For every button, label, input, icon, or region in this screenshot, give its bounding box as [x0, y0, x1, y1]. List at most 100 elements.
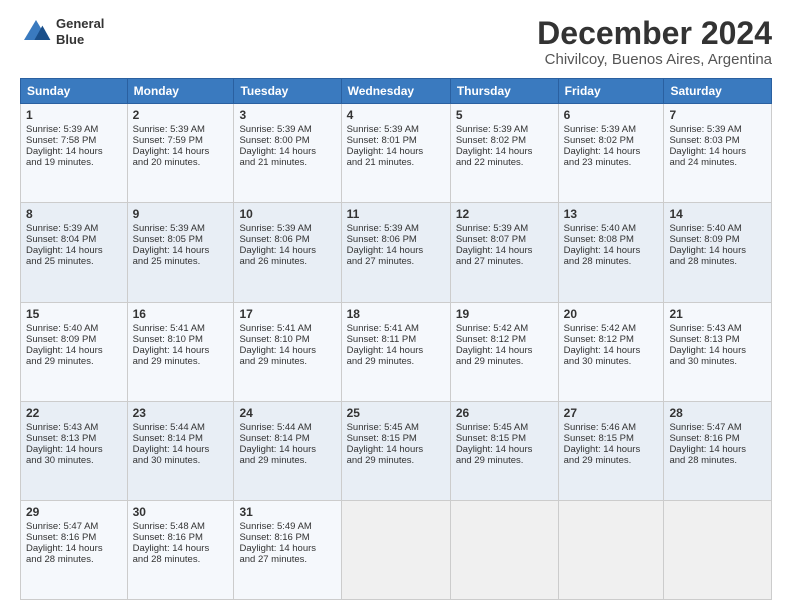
cell-text: and 20 minutes. [133, 157, 229, 168]
cell-text: and 28 minutes. [564, 256, 659, 267]
cell-text: Daylight: 14 hours [347, 345, 445, 356]
cell-text: Sunset: 8:16 PM [26, 532, 122, 543]
calendar-cell: 7Sunrise: 5:39 AMSunset: 8:03 PMDaylight… [664, 104, 772, 203]
cell-text: Sunrise: 5:44 AM [133, 422, 229, 433]
day-number: 5 [456, 108, 553, 122]
calendar-header-sunday: Sunday [21, 79, 128, 104]
cell-text: Daylight: 14 hours [564, 245, 659, 256]
cell-text: Daylight: 14 hours [669, 245, 766, 256]
cell-text: Sunset: 8:10 PM [239, 334, 335, 345]
cell-text: Sunrise: 5:42 AM [456, 323, 553, 334]
cell-text: Daylight: 14 hours [347, 444, 445, 455]
day-number: 17 [239, 307, 335, 321]
cell-text: Sunrise: 5:39 AM [133, 124, 229, 135]
cell-text: Daylight: 14 hours [347, 245, 445, 256]
calendar-header-monday: Monday [127, 79, 234, 104]
day-number: 22 [26, 406, 122, 420]
calendar-cell [450, 500, 558, 599]
cell-text: Sunrise: 5:42 AM [564, 323, 659, 334]
cell-text: Sunrise: 5:39 AM [669, 124, 766, 135]
calendar-week-1: 1Sunrise: 5:39 AMSunset: 7:58 PMDaylight… [21, 104, 772, 203]
cell-text: and 25 minutes. [133, 256, 229, 267]
day-number: 28 [669, 406, 766, 420]
cell-text: Daylight: 14 hours [26, 444, 122, 455]
calendar-cell: 27Sunrise: 5:46 AMSunset: 8:15 PMDayligh… [558, 401, 664, 500]
cell-text: Sunset: 8:09 PM [26, 334, 122, 345]
day-number: 25 [347, 406, 445, 420]
cell-text: and 30 minutes. [26, 455, 122, 466]
cell-text: Daylight: 14 hours [133, 146, 229, 157]
cell-text: and 29 minutes. [564, 455, 659, 466]
cell-text: Sunrise: 5:43 AM [26, 422, 122, 433]
cell-text: Daylight: 14 hours [26, 146, 122, 157]
cell-text: and 28 minutes. [669, 256, 766, 267]
cell-text: Sunset: 8:02 PM [564, 135, 659, 146]
cell-text: Sunset: 8:09 PM [669, 234, 766, 245]
cell-text: and 23 minutes. [564, 157, 659, 168]
calendar-header-friday: Friday [558, 79, 664, 104]
calendar-week-4: 22Sunrise: 5:43 AMSunset: 8:13 PMDayligh… [21, 401, 772, 500]
cell-text: Sunset: 8:05 PM [133, 234, 229, 245]
calendar-cell: 28Sunrise: 5:47 AMSunset: 8:16 PMDayligh… [664, 401, 772, 500]
cell-text: Sunrise: 5:39 AM [347, 124, 445, 135]
calendar-week-3: 15Sunrise: 5:40 AMSunset: 8:09 PMDayligh… [21, 302, 772, 401]
cell-text: and 30 minutes. [669, 356, 766, 367]
cell-text: Daylight: 14 hours [239, 245, 335, 256]
page: General Blue December 2024 Chivilcoy, Bu… [0, 0, 792, 612]
cell-text: Sunrise: 5:45 AM [456, 422, 553, 433]
logo-icon [20, 16, 52, 48]
cell-text: Sunrise: 5:43 AM [669, 323, 766, 334]
calendar-cell: 30Sunrise: 5:48 AMSunset: 8:16 PMDayligh… [127, 500, 234, 599]
cell-text: Sunset: 8:10 PM [133, 334, 229, 345]
cell-text: and 26 minutes. [239, 256, 335, 267]
day-number: 19 [456, 307, 553, 321]
cell-text: Sunset: 8:01 PM [347, 135, 445, 146]
day-number: 8 [26, 207, 122, 221]
cell-text: Sunset: 8:08 PM [564, 234, 659, 245]
cell-text: Sunrise: 5:39 AM [456, 223, 553, 234]
calendar-cell: 29Sunrise: 5:47 AMSunset: 8:16 PMDayligh… [21, 500, 128, 599]
cell-text: Sunrise: 5:45 AM [347, 422, 445, 433]
day-number: 6 [564, 108, 659, 122]
day-number: 21 [669, 307, 766, 321]
calendar-cell: 23Sunrise: 5:44 AMSunset: 8:14 PMDayligh… [127, 401, 234, 500]
calendar-cell: 10Sunrise: 5:39 AMSunset: 8:06 PMDayligh… [234, 203, 341, 302]
cell-text: Sunrise: 5:48 AM [133, 521, 229, 532]
cell-text: and 30 minutes. [564, 356, 659, 367]
cell-text: Sunset: 8:07 PM [456, 234, 553, 245]
cell-text: Sunrise: 5:39 AM [456, 124, 553, 135]
calendar-cell: 19Sunrise: 5:42 AMSunset: 8:12 PMDayligh… [450, 302, 558, 401]
cell-text: Sunrise: 5:39 AM [239, 223, 335, 234]
cell-text: and 28 minutes. [133, 554, 229, 565]
cell-text: Sunrise: 5:49 AM [239, 521, 335, 532]
calendar-header-thursday: Thursday [450, 79, 558, 104]
cell-text: Daylight: 14 hours [669, 146, 766, 157]
day-number: 18 [347, 307, 445, 321]
calendar-cell: 13Sunrise: 5:40 AMSunset: 8:08 PMDayligh… [558, 203, 664, 302]
cell-text: Sunset: 8:14 PM [239, 433, 335, 444]
cell-text: Daylight: 14 hours [456, 345, 553, 356]
title-block: December 2024 Chivilcoy, Buenos Aires, A… [537, 16, 772, 68]
cell-text: Sunrise: 5:46 AM [564, 422, 659, 433]
header: General Blue December 2024 Chivilcoy, Bu… [20, 16, 772, 68]
calendar-header-tuesday: Tuesday [234, 79, 341, 104]
calendar-cell: 6Sunrise: 5:39 AMSunset: 8:02 PMDaylight… [558, 104, 664, 203]
calendar: SundayMondayTuesdayWednesdayThursdayFrid… [20, 78, 772, 600]
cell-text: Sunset: 8:16 PM [669, 433, 766, 444]
day-number: 29 [26, 505, 122, 519]
cell-text: Daylight: 14 hours [564, 345, 659, 356]
day-number: 30 [133, 505, 229, 519]
calendar-cell: 17Sunrise: 5:41 AMSunset: 8:10 PMDayligh… [234, 302, 341, 401]
cell-text: Sunrise: 5:39 AM [26, 124, 122, 135]
calendar-cell: 9Sunrise: 5:39 AMSunset: 8:05 PMDaylight… [127, 203, 234, 302]
cell-text: and 29 minutes. [456, 356, 553, 367]
cell-text: Sunrise: 5:39 AM [133, 223, 229, 234]
cell-text: Daylight: 14 hours [133, 345, 229, 356]
cell-text: and 27 minutes. [239, 554, 335, 565]
calendar-header-wednesday: Wednesday [341, 79, 450, 104]
main-title: December 2024 [537, 16, 772, 51]
day-number: 10 [239, 207, 335, 221]
cell-text: Sunrise: 5:39 AM [347, 223, 445, 234]
calendar-cell: 4Sunrise: 5:39 AMSunset: 8:01 PMDaylight… [341, 104, 450, 203]
cell-text: Daylight: 14 hours [26, 245, 122, 256]
